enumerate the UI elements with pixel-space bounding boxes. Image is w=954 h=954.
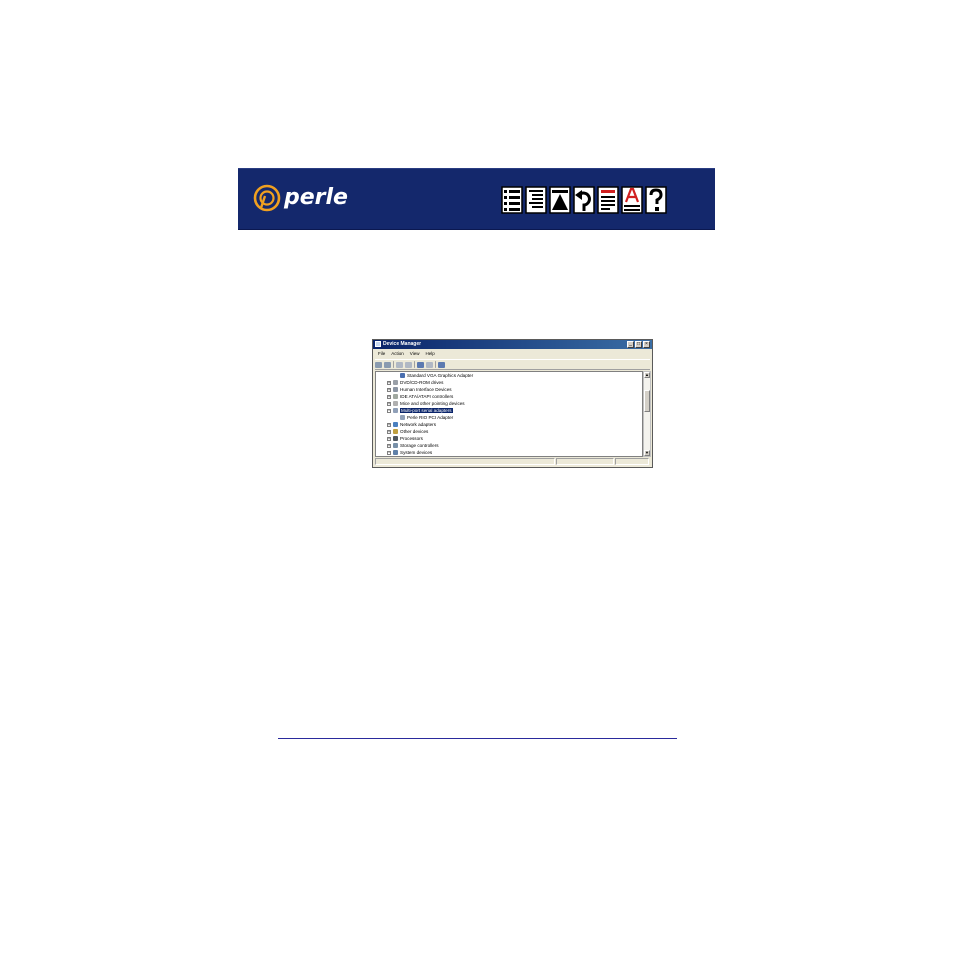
mouse-icon [393, 401, 398, 406]
toolbar-separator [414, 361, 415, 368]
properties-icon[interactable] [405, 361, 412, 368]
forward-arrow-icon[interactable] [384, 361, 391, 368]
footer-link-rule[interactable] [278, 738, 677, 739]
view-icon[interactable] [426, 361, 433, 368]
contents-icon[interactable] [501, 186, 523, 214]
toolbar-separator [393, 361, 394, 368]
nav-icon-bar [501, 186, 667, 214]
expand-icon[interactable]: + [387, 422, 391, 427]
system-devices-icon [393, 450, 398, 455]
header-banner: perle [238, 168, 715, 230]
expand-icon[interactable]: + [387, 401, 391, 406]
status-cell [615, 458, 649, 465]
perle-logo-icon [253, 184, 281, 212]
device-manager-icon [375, 341, 381, 347]
window-controls: _ □ × [627, 341, 650, 348]
expand-icon[interactable]: + [387, 436, 391, 441]
collapse-icon[interactable]: − [387, 408, 391, 413]
scroll-thumb[interactable] [644, 390, 650, 412]
status-bar [375, 458, 650, 466]
expand-icon[interactable]: + [387, 394, 391, 399]
tree-item-selected[interactable]: − Multi-port serial adapters [387, 407, 453, 414]
index-icon[interactable] [525, 186, 547, 214]
tree-item[interactable]: + Storage controllers [387, 442, 439, 449]
tree-item[interactable]: Perle RIO PCI Adapter [400, 414, 453, 421]
glossary-icon[interactable] [621, 186, 643, 214]
logo-text: perle [284, 185, 348, 210]
window-title: Device Manager [383, 341, 422, 347]
scan-hardware-icon[interactable] [438, 361, 445, 368]
serial-adapter-icon [393, 408, 398, 413]
dvd-drive-icon [393, 380, 398, 385]
help-icon[interactable] [645, 186, 667, 214]
device-manager-window: Device Manager _ □ × File Action View He… [372, 339, 653, 468]
tree-item[interactable]: − System devices [387, 449, 432, 456]
menu-bar: File Action View Help [373, 350, 652, 358]
close-button[interactable]: × [643, 341, 650, 348]
menu-help[interactable]: Help [425, 350, 434, 358]
expand-icon[interactable]: + [387, 443, 391, 448]
back-icon[interactable] [573, 186, 595, 214]
toolbar-separator [435, 361, 436, 368]
tree-item[interactable]: + DVD/CD-ROM drives [387, 379, 443, 386]
tree-item[interactable]: + IDE ATA/ATAPI controllers [387, 393, 453, 400]
back-arrow-icon[interactable] [375, 361, 382, 368]
scroll-down-icon[interactable]: ▼ [644, 450, 650, 456]
collapse-icon[interactable]: − [387, 450, 391, 455]
menu-action[interactable]: Action [391, 350, 404, 358]
storage-controller-icon [393, 443, 398, 448]
title-bar[interactable]: Device Manager _ □ × [373, 340, 652, 349]
expand-icon[interactable]: + [387, 387, 391, 392]
status-cell [375, 458, 555, 465]
hid-icon [393, 387, 398, 392]
page-icon[interactable] [597, 186, 619, 214]
display-adapter-icon [400, 373, 405, 378]
help-topic-icon[interactable] [417, 361, 424, 368]
ide-controller-icon [393, 394, 398, 399]
serial-adapter-icon [400, 415, 405, 420]
scroll-up-icon[interactable]: ▲ [644, 372, 650, 378]
other-devices-icon [393, 429, 398, 434]
tree-item[interactable]: + Other devices [387, 428, 428, 435]
menu-view[interactable]: View [410, 350, 420, 358]
tree-item[interactable]: + Network adapters [387, 421, 436, 428]
up-level-icon[interactable] [396, 361, 403, 368]
status-cell [556, 458, 614, 465]
expand-icon[interactable]: + [387, 429, 391, 434]
minimize-button[interactable]: _ [627, 341, 634, 348]
vertical-scrollbar[interactable]: ▲ ▼ [643, 371, 651, 457]
toolbar [375, 359, 650, 370]
maximize-button[interactable]: □ [635, 341, 642, 348]
tree-item[interactable]: Standard VGA Graphics Adapter [400, 372, 473, 379]
tree-item[interactable]: + Processors [387, 435, 423, 442]
top-icon[interactable] [549, 186, 571, 214]
processor-icon [393, 436, 398, 441]
tree-item[interactable]: + Human Interface Devices [387, 386, 452, 393]
tree-item[interactable]: + Mice and other pointing devices [387, 400, 465, 407]
menu-file[interactable]: File [378, 350, 385, 358]
perle-logo[interactable]: perle [252, 183, 348, 213]
expand-icon[interactable]: + [387, 380, 391, 385]
device-tree[interactable]: Standard VGA Graphics Adapter + DVD/CD-R… [375, 371, 643, 457]
network-adapter-icon [393, 422, 398, 427]
